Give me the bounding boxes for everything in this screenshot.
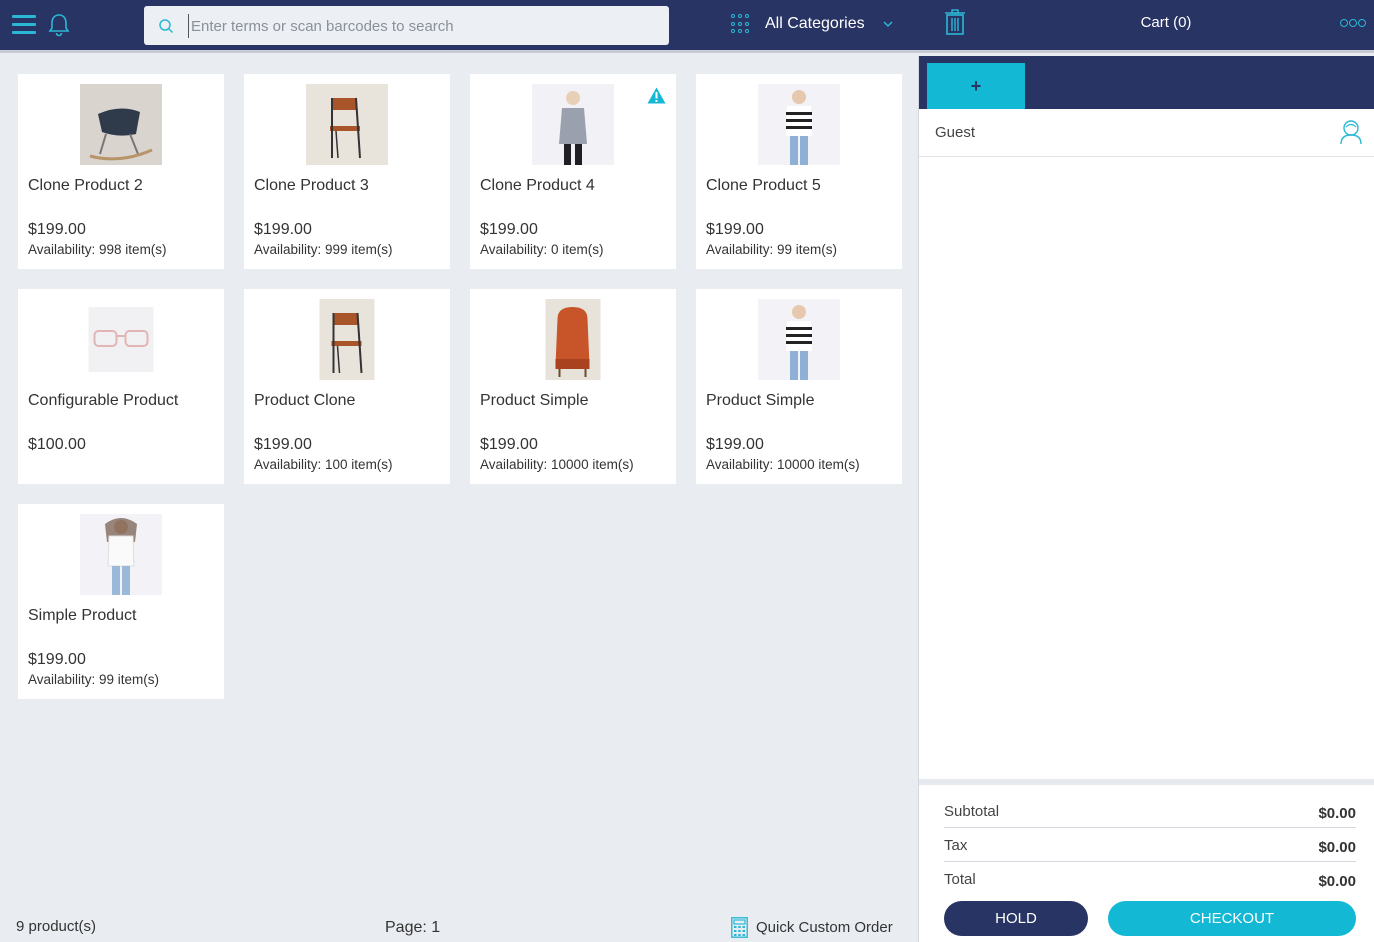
product-card[interactable]: Clone Product 2 $199.00 Availability: 99… [18, 74, 224, 269]
tax-label: Tax [944, 837, 968, 854]
search-bar [144, 6, 669, 45]
total-row: Total $0.00 [944, 862, 1356, 896]
product-card[interactable]: Product Clone $199.00 Availability: 100 … [244, 289, 450, 484]
product-image [306, 84, 388, 165]
product-price: $199.00 [706, 221, 764, 238]
product-name: Clone Product 2 [28, 177, 143, 194]
product-name: Clone Product 3 [254, 177, 369, 194]
product-card[interactable]: Clone Product 4 $199.00 Availability: 0 … [470, 74, 676, 269]
category-label: All Categories [765, 15, 865, 32]
product-name: Product Simple [480, 392, 589, 409]
subtotal-value: $0.00 [1318, 805, 1356, 822]
chair-icon [319, 299, 375, 380]
quick-custom-order-button[interactable]: Quick Custom Order [731, 917, 893, 938]
cart-items-area [919, 157, 1374, 779]
cart-totals: Subtotal $0.00 Tax $0.00 Total $0.00 HOL… [919, 779, 1374, 942]
cart-panel: + Guest Subtotal $0.00 Tax $0.00 Total $… [918, 56, 1374, 942]
trash-icon[interactable] [944, 9, 966, 35]
glasses-icon [88, 307, 154, 372]
product-price: $199.00 [480, 436, 538, 453]
bell-icon[interactable] [47, 12, 71, 38]
user-icon[interactable] [1339, 119, 1363, 145]
product-image [88, 307, 154, 372]
product-availability: Availability: 999 item(s) [254, 242, 393, 257]
armchair-icon [545, 299, 601, 380]
product-card[interactable]: Product Simple $199.00 Availability: 100… [696, 289, 902, 484]
product-availability: Availability: 100 item(s) [254, 457, 393, 472]
tax-row: Tax $0.00 [944, 828, 1356, 862]
product-name: Clone Product 5 [706, 177, 821, 194]
search-input[interactable] [188, 14, 648, 38]
product-name: Product Simple [706, 392, 815, 409]
product-card[interactable]: Simple Product $199.00 Availability: 99 … [18, 504, 224, 699]
product-name: Configurable Product [28, 392, 179, 409]
person-striped-icon [758, 84, 840, 165]
product-price: $199.00 [706, 436, 764, 453]
person-sweater-icon [532, 84, 614, 165]
hold-button[interactable]: HOLD [944, 901, 1088, 936]
product-availability: Availability: 10000 item(s) [706, 457, 860, 472]
product-availability: Availability: 10000 item(s) [480, 457, 634, 472]
product-card[interactable]: Clone Product 5 $199.00 Availability: 99… [696, 74, 902, 269]
more-options-icon[interactable] [1340, 19, 1366, 29]
chair-icon [306, 84, 388, 165]
tax-value: $0.00 [1318, 839, 1356, 856]
product-card[interactable]: Clone Product 3 $199.00 Availability: 99… [244, 74, 450, 269]
person-white-icon [80, 514, 162, 595]
chevron-down-icon [883, 21, 893, 28]
product-name: Product Clone [254, 392, 356, 409]
category-dropdown[interactable]: All Categories [731, 11, 893, 37]
product-name: Simple Product [28, 607, 137, 624]
subtotal-row: Subtotal $0.00 [944, 794, 1356, 828]
add-cart-tab-button[interactable]: + [927, 63, 1025, 109]
product-name: Clone Product 4 [480, 177, 595, 194]
rocking-chair-icon [80, 84, 162, 165]
customer-row[interactable]: Guest [919, 109, 1374, 157]
person-striped-icon [758, 299, 840, 380]
product-price: $199.00 [254, 436, 312, 453]
product-price: $199.00 [254, 221, 312, 238]
calculator-icon [731, 917, 748, 938]
product-image [319, 299, 375, 380]
product-availability: Availability: 99 item(s) [706, 242, 838, 257]
search-icon [159, 19, 174, 34]
product-availability: Availability: 99 item(s) [28, 672, 160, 687]
product-price: $100.00 [28, 436, 86, 453]
top-header: All Categories Cart (0) [0, 0, 1374, 53]
cart-title: Cart (0) [1140, 14, 1192, 31]
total-value: $0.00 [1318, 873, 1356, 890]
product-image [80, 514, 162, 595]
product-price: $199.00 [28, 651, 86, 668]
product-availability: Availability: 0 item(s) [480, 242, 604, 257]
customer-name: Guest [935, 124, 976, 141]
quick-custom-order-label: Quick Custom Order [756, 919, 893, 936]
grid-icon [731, 14, 751, 34]
page-indicator: Page: 1 [385, 919, 441, 936]
product-price: $199.00 [28, 221, 86, 238]
product-availability: Availability: 998 item(s) [28, 242, 167, 257]
product-count: 9 product(s) [16, 918, 97, 935]
product-image [80, 84, 162, 165]
cart-tabs: + [919, 56, 1374, 109]
checkout-button[interactable]: CHECKOUT [1108, 901, 1356, 936]
menu-icon[interactable] [12, 15, 36, 35]
product-grid: Clone Product 2 $199.00 Availability: 99… [0, 56, 918, 942]
product-card[interactable]: Configurable Product $100.00 [18, 289, 224, 484]
product-image [532, 84, 614, 165]
product-image [758, 299, 840, 380]
product-image [545, 299, 601, 380]
product-image [758, 84, 840, 165]
product-card[interactable]: Product Simple $199.00 Availability: 100… [470, 289, 676, 484]
subtotal-label: Subtotal [944, 803, 1000, 820]
product-price: $199.00 [480, 221, 538, 238]
total-label: Total [944, 871, 976, 888]
warning-icon [647, 87, 666, 104]
